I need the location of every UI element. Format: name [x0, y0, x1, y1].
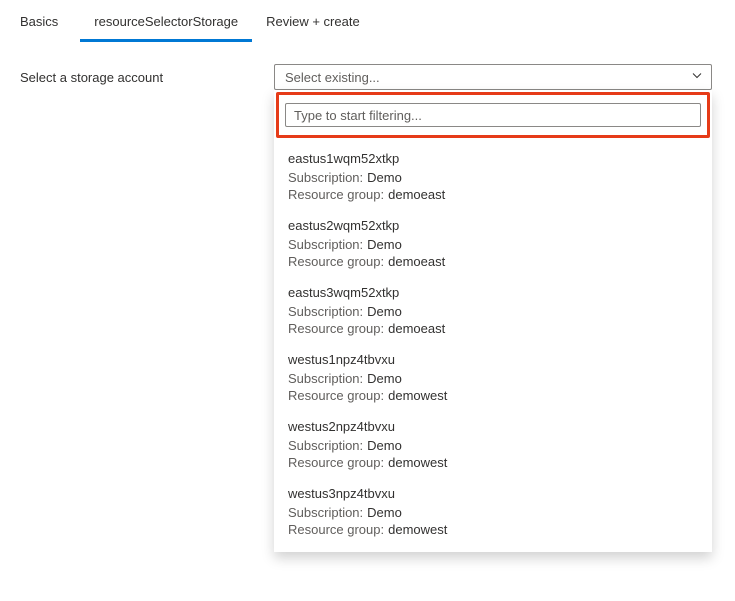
option-resource-group: Resource group: demoeast [288, 187, 698, 202]
option-subscription: Subscription: Demo [288, 170, 698, 185]
option-name: eastus2wqm52xtkp [288, 218, 698, 233]
storage-account-select-wrap: Select existing... eastus1wqm52xtkpSubsc… [274, 64, 712, 90]
storage-account-dropdown: eastus1wqm52xtkp Subscription: Demo Resour… [274, 90, 712, 552]
storage-option[interactable]: westus3npz4tbvxu Subscription: Demo Resour… [274, 479, 712, 546]
storage-account-row: Select a storage account Select existing… [0, 42, 735, 90]
filter-input[interactable] [285, 103, 701, 127]
option-name: westus3npz4tbvxu [288, 486, 698, 501]
tab-resource-selector-storage[interactable]: resourceSelectorStorage [80, 14, 252, 42]
option-name: westus1npz4tbvxu [288, 352, 698, 367]
tab-review-create[interactable]: Review + create [252, 14, 374, 42]
option-subscription: Subscription: Demo [288, 505, 698, 520]
option-subscription: Subscription: Demo [288, 237, 698, 252]
tab-basics[interactable]: Basics [20, 14, 80, 42]
option-resource-group: Resource group: demowest [288, 388, 698, 403]
option-list: eastus1wqm52xtkp Subscription: Demo Resour… [274, 144, 712, 552]
chevron-down-icon [691, 70, 703, 85]
storage-option[interactable]: eastus3wqm52xtkp Subscription: Demo Resour… [274, 278, 712, 345]
storage-option[interactable]: westus1npz4tbvxu Subscription: Demo Resour… [274, 345, 712, 412]
tabs-bar: Basics resourceSelectorStorage Review + … [0, 0, 735, 42]
storage-account-select[interactable]: Select existing... [274, 64, 712, 90]
option-name: eastus1wqm52xtkp [288, 151, 698, 166]
storage-option[interactable]: eastus2wqm52xtkp Subscription: Demo Resour… [274, 211, 712, 278]
option-name: westus2npz4tbvxu [288, 419, 698, 434]
storage-option[interactable]: eastus1wqm52xtkp Subscription: Demo Resour… [274, 144, 712, 211]
storage-account-label: Select a storage account [20, 64, 274, 85]
option-subscription: Subscription: Demo [288, 371, 698, 386]
option-resource-group: Resource group: demowest [288, 455, 698, 470]
option-resource-group: Resource group: demowest [288, 522, 698, 537]
filter-highlight-box [276, 92, 710, 138]
option-subscription: Subscription: Demo [288, 304, 698, 319]
option-subscription: Subscription: Demo [288, 438, 698, 453]
option-resource-group: Resource group: demoeast [288, 321, 698, 336]
storage-option[interactable]: westus2npz4tbvxu Subscription: Demo Resour… [274, 412, 712, 479]
option-name: eastus3wqm52xtkp [288, 285, 698, 300]
option-resource-group: Resource group: demoeast [288, 254, 698, 269]
select-placeholder-text: Select existing... [285, 70, 380, 85]
